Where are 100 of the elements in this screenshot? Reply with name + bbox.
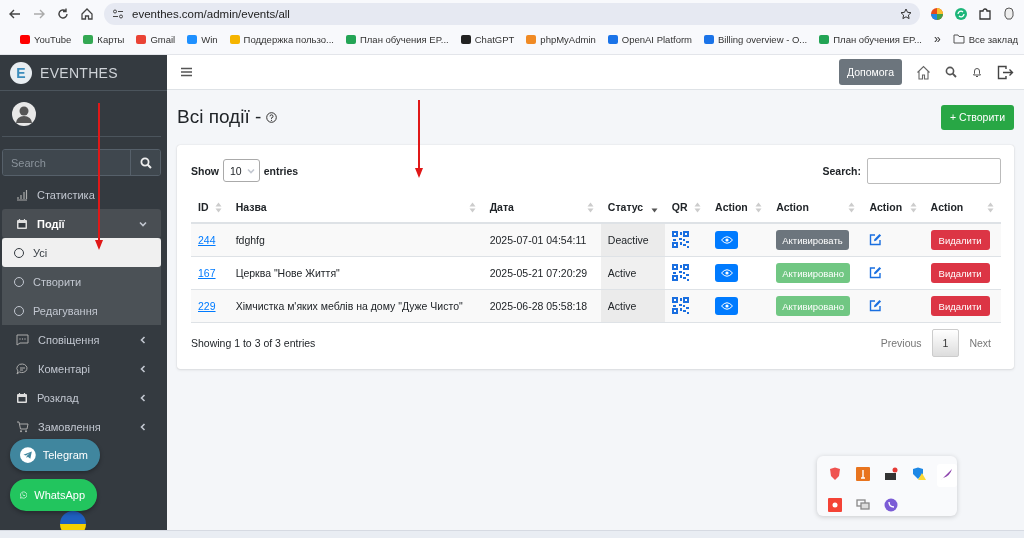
sidebar-subitem[interactable]: Усі xyxy=(2,238,161,267)
paper-plane-icon xyxy=(20,447,36,463)
table-cell: fdghfg xyxy=(228,223,483,257)
bookmark[interactable]: Gmail xyxy=(150,33,176,45)
help-icon[interactable] xyxy=(266,111,278,123)
page-size-select[interactable]: 10 xyxy=(223,159,260,182)
delete-button[interactable]: Видалити xyxy=(930,296,990,316)
pagination-button[interactable]: Previous xyxy=(870,329,932,357)
eye-icon xyxy=(720,269,733,277)
calendar-icon xyxy=(16,217,28,230)
address-bar[interactable]: eventhes.com/admin/events/all xyxy=(104,3,920,25)
sidebar-item[interactable]: Коментарі xyxy=(2,354,161,383)
bookmark[interactable]: phpMyAdmin xyxy=(540,33,596,45)
eye-icon xyxy=(720,236,733,244)
table-search-field[interactable] xyxy=(867,157,1001,184)
chevron-icon xyxy=(246,166,255,175)
table-cell: Deactive xyxy=(600,223,665,257)
bookmark-icon[interactable] xyxy=(460,34,471,44)
bookmark[interactable]: Win xyxy=(201,33,218,45)
shield-warning-icon[interactable] xyxy=(912,467,926,481)
clapper-icon[interactable] xyxy=(884,467,898,481)
pagination-button[interactable]: 1 xyxy=(931,329,960,357)
bookmark[interactable]: План обучения EP... xyxy=(360,33,449,45)
bookmark[interactable]: План обучения EP... xyxy=(833,33,922,45)
id-link[interactable]: 229 xyxy=(198,300,216,312)
bookmark[interactable]: Поддержка пользо... xyxy=(243,33,334,45)
sidebar-item[interactable]: Розклад xyxy=(2,383,161,412)
bookmark[interactable]: Карты xyxy=(97,33,125,45)
activate-button[interactable]: Активировать xyxy=(776,230,849,250)
avatar-icon[interactable] xyxy=(12,101,36,126)
sidebar-item[interactable]: Сповіщення xyxy=(2,325,161,354)
color-wheel-icon[interactable] xyxy=(930,7,944,21)
all-bookmarks[interactable]: Все заклад xyxy=(952,33,1018,45)
table-cell: 2025-05-21 07:20:29 xyxy=(482,256,601,290)
sidebar-item[interactable]: Статистика xyxy=(2,180,161,209)
sidebar-subitem[interactable]: Редагування xyxy=(2,296,161,325)
app-icon[interactable] xyxy=(856,467,870,481)
sidebar-item[interactable]: Події xyxy=(2,209,161,238)
cart-icon xyxy=(16,420,29,433)
table-cell: Церква "Нове Життя" xyxy=(228,256,483,290)
reload-icon[interactable] xyxy=(56,7,70,21)
edit-icon[interactable] xyxy=(869,265,883,279)
bookmark[interactable]: ChatGPT xyxy=(474,33,515,45)
id-link[interactable]: 244 xyxy=(198,234,216,246)
sidebar-subitem[interactable]: Створити xyxy=(2,267,161,296)
more-bookmarks[interactable]: » xyxy=(934,32,941,46)
telegram-button[interactable]: Telegram xyxy=(10,439,100,471)
star-icon[interactable] xyxy=(900,8,912,20)
forward-icon[interactable] xyxy=(32,7,46,21)
eye-icon xyxy=(720,302,733,310)
view-button[interactable] xyxy=(715,264,739,282)
qr-code-icon[interactable] xyxy=(671,263,689,281)
help-button[interactable]: Допомога xyxy=(838,59,902,85)
record-icon[interactable] xyxy=(828,498,842,512)
show-label: Show xyxy=(191,164,219,177)
comment-icon xyxy=(16,362,29,375)
entries-info: Showing 1 to 3 of 3 entries xyxy=(191,337,316,349)
flag-icon xyxy=(60,511,86,530)
shield-icon[interactable] xyxy=(828,467,842,481)
edit-icon[interactable] xyxy=(869,232,883,246)
url-text: eventhes.com/admin/events/all xyxy=(132,8,291,20)
edit-icon[interactable] xyxy=(869,298,883,312)
bar-chart-icon xyxy=(16,188,28,201)
page-title: Всі події - xyxy=(177,106,262,128)
delete-button[interactable]: Видалити xyxy=(930,263,990,283)
view-button[interactable] xyxy=(715,231,739,249)
table-cell: 2025-06-28 05:58:18 xyxy=(482,289,601,323)
qr-code-icon[interactable] xyxy=(671,230,689,248)
pagination-button[interactable]: Next xyxy=(959,329,1001,357)
back-icon[interactable] xyxy=(8,7,22,21)
bell-icon[interactable] xyxy=(971,66,983,78)
bookmark[interactable]: OpenAI Platform xyxy=(621,33,693,45)
calendar-icon xyxy=(16,391,28,404)
phone-chat-icon[interactable] xyxy=(884,498,898,512)
brand-name[interactable]: EVENTHES xyxy=(40,64,118,81)
entries-label: entries xyxy=(263,164,299,177)
site-info-icon[interactable] xyxy=(112,8,124,20)
table-cell: Active xyxy=(600,256,665,290)
search-icon[interactable] xyxy=(945,66,957,78)
menu-icon[interactable] xyxy=(181,67,192,77)
table-cell: Active xyxy=(600,289,665,323)
puzzle-icon[interactable] xyxy=(978,7,992,21)
table-cell: Хімчистка м'яких меблів на дому "Дуже Чисто" xyxy=(228,289,483,323)
bookmark[interactable]: YouTube xyxy=(34,33,72,45)
table-cell: 2025-07-01 04:54:11 xyxy=(482,223,601,257)
qr-code-icon[interactable] xyxy=(671,296,689,314)
monitor-icon[interactable] xyxy=(856,498,870,512)
bookmark[interactable]: Billing overview - O... xyxy=(718,33,808,45)
message-icon xyxy=(16,333,29,346)
sidebar-item[interactable]: Замовлення xyxy=(2,412,161,441)
logout-icon[interactable] xyxy=(997,64,1014,80)
home-icon[interactable] xyxy=(916,64,931,80)
view-button[interactable] xyxy=(715,297,739,315)
search-label: Search: xyxy=(822,164,861,177)
id-link[interactable]: 167 xyxy=(198,267,216,279)
folder-icon xyxy=(952,34,965,44)
profile-icon[interactable] xyxy=(1002,7,1016,21)
sync-icon[interactable] xyxy=(954,7,968,21)
delete-button[interactable]: Видалити xyxy=(930,230,990,250)
home-icon[interactable] xyxy=(80,7,94,21)
